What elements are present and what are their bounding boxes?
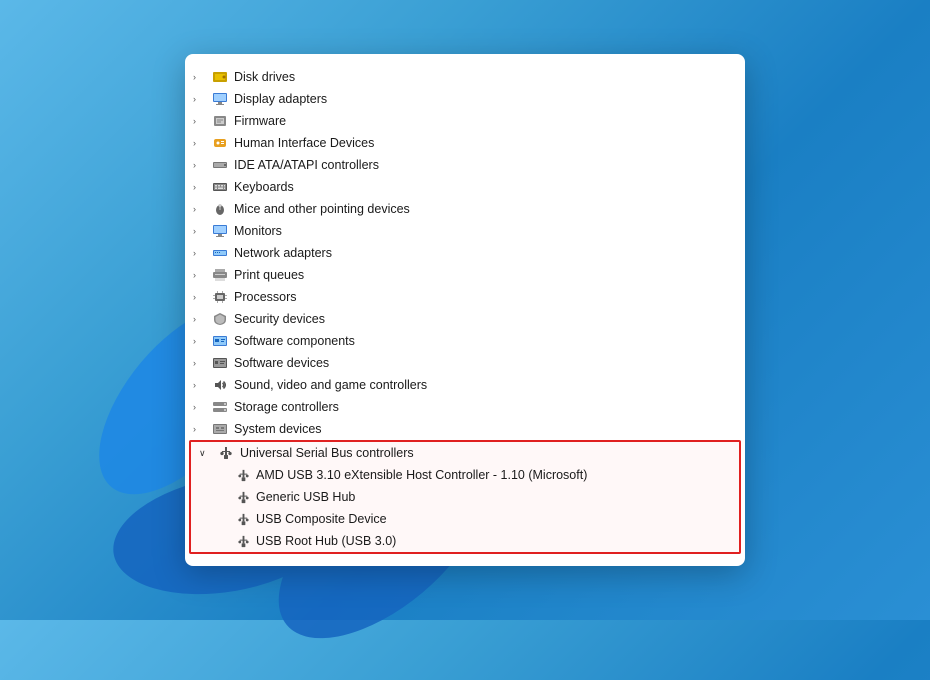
ide-icon — [211, 157, 229, 173]
mice-label: Mice and other pointing devices — [234, 202, 410, 216]
display-adapters-icon — [211, 91, 229, 107]
print-icon — [211, 267, 229, 283]
expand-arrow: › — [193, 424, 209, 434]
expand-arrow: › — [193, 138, 209, 148]
security-label: Security devices — [234, 312, 325, 326]
system-label: System devices — [234, 422, 322, 436]
expand-arrow: › — [193, 402, 209, 412]
usb-highlighted-section: ∨ Universal Serial Bus controllers AMD U… — [189, 440, 741, 554]
system-icon — [211, 421, 229, 437]
expand-arrow: › — [193, 314, 209, 324]
expand-arrow: › — [193, 248, 209, 258]
usb-controllers-icon — [217, 445, 235, 461]
expand-arrow: › — [193, 160, 209, 170]
monitors-label: Monitors — [234, 224, 282, 238]
list-item[interactable]: › Display adapters — [185, 88, 745, 110]
mice-icon — [211, 201, 229, 217]
list-item[interactable]: › Disk drives — [185, 66, 745, 88]
softcomp-icon — [211, 333, 229, 349]
amd-usb-label: AMD USB 3.10 eXtensible Host Controller … — [256, 468, 587, 482]
expand-arrow: › — [193, 292, 209, 302]
print-label: Print queues — [234, 268, 304, 282]
usb-root-hub-label: USB Root Hub (USB 3.0) — [256, 534, 396, 548]
device-list: › Disk drives › Display adapters › Firmw… — [185, 66, 745, 440]
list-item[interactable]: › Security devices — [185, 308, 745, 330]
generic-hub-icon — [235, 490, 251, 505]
expand-arrow: › — [193, 72, 209, 82]
expand-arrow: › — [193, 226, 209, 236]
disk-drives-icon — [211, 69, 229, 85]
usb-composite-label: USB Composite Device — [256, 512, 387, 526]
processors-icon — [211, 289, 229, 305]
display-adapters-label: Display adapters — [234, 92, 327, 106]
usb-controllers-item[interactable]: ∨ Universal Serial Bus controllers — [191, 442, 739, 464]
storage-icon — [211, 399, 229, 415]
usb-composite-item[interactable]: USB Composite Device — [191, 508, 739, 530]
sound-label: Sound, video and game controllers — [234, 378, 427, 392]
list-item[interactable]: › Keyboards — [185, 176, 745, 198]
network-label: Network adapters — [234, 246, 332, 260]
amd-usb-item[interactable]: AMD USB 3.10 eXtensible Host Controller … — [191, 464, 739, 486]
software-label: Software devices — [234, 356, 329, 370]
hid-icon — [211, 135, 229, 151]
expand-arrow: › — [193, 116, 209, 126]
expand-arrow: › — [193, 380, 209, 390]
list-item[interactable]: › Processors — [185, 286, 745, 308]
hid-label: Human Interface Devices — [234, 136, 374, 150]
generic-hub-label: Generic USB Hub — [256, 490, 355, 504]
expand-arrow: › — [193, 182, 209, 192]
expand-arrow: › — [193, 336, 209, 346]
processors-label: Processors — [234, 290, 297, 304]
list-item[interactable]: › Print queues — [185, 264, 745, 286]
monitors-icon — [211, 223, 229, 239]
keyboards-label: Keyboards — [234, 180, 294, 194]
usb-composite-icon — [235, 512, 251, 527]
expand-arrow: › — [193, 358, 209, 368]
expand-arrow: › — [193, 204, 209, 214]
usb-root-hub-item[interactable]: USB Root Hub (USB 3.0) — [191, 530, 739, 552]
security-icon — [211, 311, 229, 327]
list-item[interactable]: › Mice and other pointing devices — [185, 198, 745, 220]
list-item[interactable]: › Network adapters — [185, 242, 745, 264]
list-item[interactable]: › IDE ATA/ATAPI controllers — [185, 154, 745, 176]
usb-root-hub-icon — [235, 534, 251, 549]
list-item[interactable]: › Firmware — [185, 110, 745, 132]
usb-device-list: ∨ Universal Serial Bus controllers AMD U… — [191, 442, 739, 552]
list-item[interactable]: › System devices — [185, 418, 745, 440]
amd-usb-icon — [235, 468, 251, 483]
software-icon — [211, 355, 229, 371]
usb-controllers-label: Universal Serial Bus controllers — [240, 446, 414, 460]
list-item[interactable]: › Monitors — [185, 220, 745, 242]
list-item[interactable]: › Software devices — [185, 352, 745, 374]
list-item[interactable]: › Software components — [185, 330, 745, 352]
expand-arrow: › — [193, 94, 209, 104]
firmware-label: Firmware — [234, 114, 286, 128]
storage-label: Storage controllers — [234, 400, 339, 414]
ide-label: IDE ATA/ATAPI controllers — [234, 158, 379, 172]
list-item[interactable]: › Storage controllers — [185, 396, 745, 418]
disk-drives-label: Disk drives — [234, 70, 295, 84]
list-item[interactable]: › Sound, video and game controllers — [185, 374, 745, 396]
network-icon — [211, 245, 229, 261]
firmware-icon — [211, 113, 229, 129]
sound-icon — [211, 377, 229, 393]
expand-arrow-usb: ∨ — [199, 448, 215, 459]
generic-hub-item[interactable]: Generic USB Hub — [191, 486, 739, 508]
expand-arrow: › — [193, 270, 209, 280]
device-manager-panel: › Disk drives › Display adapters › Firmw… — [185, 54, 745, 566]
list-item[interactable]: › Human Interface Devices — [185, 132, 745, 154]
keyboards-icon — [211, 179, 229, 195]
softcomp-label: Software components — [234, 334, 355, 348]
